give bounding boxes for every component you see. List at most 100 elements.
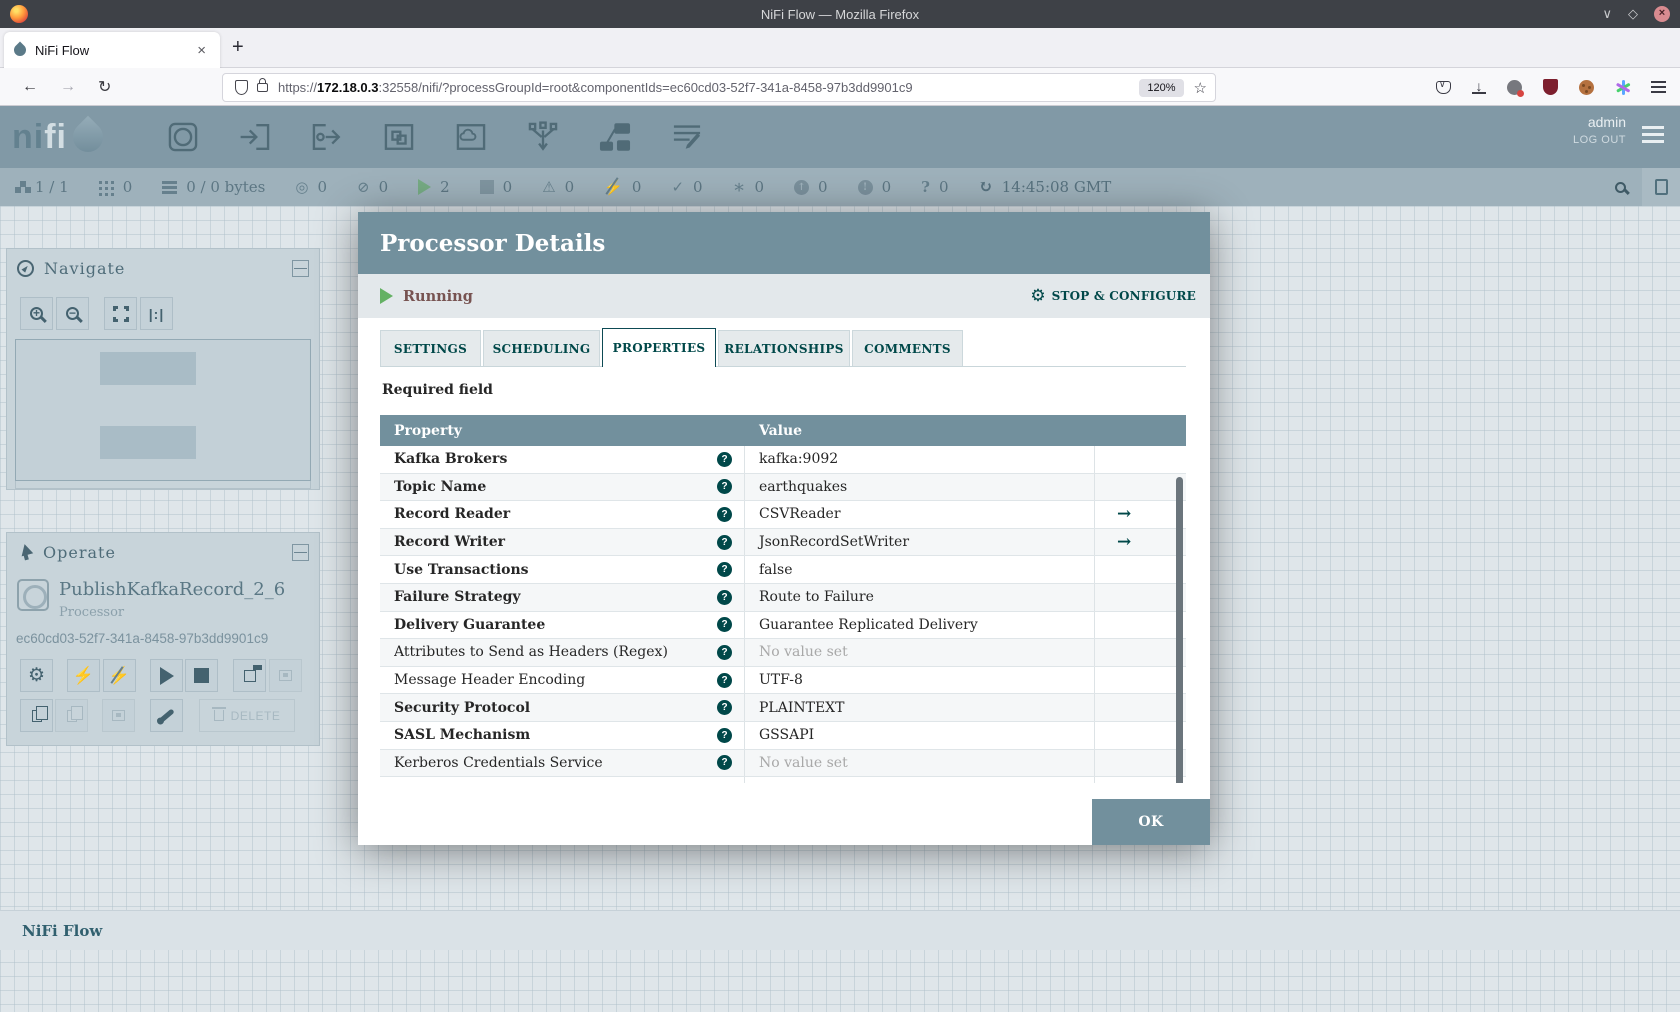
configuration-button[interactable]: ⚙ xyxy=(20,659,53,692)
table-row[interactable]: Topic Name? earthquakes xyxy=(380,473,1186,502)
help-icon[interactable]: ? xyxy=(717,700,732,716)
stop-button[interactable] xyxy=(185,659,218,692)
help-icon[interactable]: ? xyxy=(717,451,732,467)
refresh-icon[interactable]: ↻ xyxy=(978,177,992,197)
group-icon xyxy=(279,670,292,681)
zoom-out-button[interactable]: − xyxy=(56,297,89,330)
global-menu-icon[interactable] xyxy=(1642,126,1664,129)
save-template-button[interactable] xyxy=(233,659,266,692)
funnel-icon[interactable] xyxy=(524,120,562,154)
table-row[interactable]: Kerberos Credentials Service? No value s… xyxy=(380,749,1186,778)
stopped-icon xyxy=(479,180,494,194)
help-icon[interactable]: ? xyxy=(717,755,732,771)
table-row[interactable]: Attributes to Send as Headers (Regex)? N… xyxy=(380,639,1186,667)
table-row[interactable]: Message Header Encoding? UTF-8 xyxy=(380,666,1186,695)
navigate-collapse-button[interactable]: — xyxy=(292,259,309,277)
extension-icon[interactable] xyxy=(1615,79,1631,95)
breadcrumb[interactable]: NiFi Flow xyxy=(22,922,102,940)
adblock-icon[interactable] xyxy=(1543,79,1558,95)
template-icon[interactable] xyxy=(596,120,634,154)
help-icon[interactable]: ? xyxy=(717,589,732,605)
url-bar[interactable]: https://172.18.0.3:32558/nifi/?processGr… xyxy=(222,73,1216,102)
zoom-fit-button[interactable] xyxy=(104,297,137,330)
paste-button[interactable] xyxy=(55,699,88,732)
operate-collapse-button[interactable]: — xyxy=(292,543,309,561)
table-row[interactable]: Use Transactions? false xyxy=(380,556,1186,584)
reload-icon[interactable]: ↻ xyxy=(98,77,111,97)
help-icon[interactable]: ? xyxy=(717,727,732,743)
zoom-in-button[interactable]: + xyxy=(20,297,53,330)
help-icon[interactable]: ? xyxy=(717,506,732,522)
help-icon[interactable]: ? xyxy=(717,534,732,550)
table-row[interactable]: Security Protocol? PLAINTEXT xyxy=(380,694,1186,722)
tab-properties[interactable]: PROPERTIES xyxy=(602,328,716,367)
download-icon[interactable]: ↓ xyxy=(1472,79,1486,94)
help-icon[interactable]: ? xyxy=(717,672,732,688)
go-to-service-icon[interactable]: → xyxy=(1117,533,1131,551)
table-row[interactable]: SASL Mechanism? GSSAPI xyxy=(380,721,1186,750)
tab-comments[interactable]: COMMENTS xyxy=(852,330,963,367)
logout-link[interactable]: LOG OUT xyxy=(1573,134,1626,146)
lock-icon[interactable] xyxy=(257,78,268,92)
menu-icon[interactable] xyxy=(1651,86,1666,88)
delete-button[interactable]: DELETE xyxy=(199,699,295,732)
search-icon[interactable] xyxy=(1615,181,1626,193)
bookmark-star-icon[interactable]: ☆ xyxy=(1194,79,1207,97)
birdseye-minimap[interactable] xyxy=(15,339,311,481)
stop-and-configure-button[interactable]: ⚙ STOP & CONFIGURE xyxy=(1030,274,1196,318)
help-icon[interactable]: ? xyxy=(717,479,732,495)
tracking-shield-icon[interactable] xyxy=(235,80,248,95)
page-zoom-badge[interactable]: 120% xyxy=(1139,78,1184,97)
group-button[interactable] xyxy=(269,659,302,692)
table-row[interactable]: Record Reader? CSVReader → xyxy=(380,501,1186,529)
new-tab-button[interactable]: + xyxy=(232,36,244,59)
disable-button[interactable]: ⚡ xyxy=(103,659,136,692)
help-icon[interactable]: ? xyxy=(717,562,732,578)
browser-tab[interactable]: NiFi Flow × xyxy=(4,32,220,68)
play-icon xyxy=(159,666,174,685)
help-icon[interactable]: ? xyxy=(717,644,732,660)
processor-component-icon[interactable] xyxy=(164,120,202,154)
copy-button[interactable] xyxy=(20,699,53,732)
input-port-icon[interactable] xyxy=(236,120,274,154)
property-column-header: Property xyxy=(394,422,462,439)
table-row[interactable]: Delivery Guarantee? Guarantee Replicated… xyxy=(380,611,1186,640)
actual-size-button[interactable]: |:| xyxy=(140,297,173,330)
cluster-status: 1 / 1 xyxy=(20,178,69,196)
go-to-service-icon[interactable]: → xyxy=(1117,505,1131,523)
account-icon[interactable] xyxy=(1507,79,1524,97)
chevron-down-icon[interactable]: ∨ xyxy=(1602,6,1612,22)
help-icon[interactable]: ? xyxy=(717,617,732,633)
cookie-icon[interactable] xyxy=(1579,79,1594,95)
window-close-button[interactable]: × xyxy=(1654,6,1670,22)
stale-icon: ↑ xyxy=(794,179,810,195)
start-button[interactable] xyxy=(150,659,183,692)
create-group-button[interactable] xyxy=(102,699,135,732)
enable-button[interactable]: ⚡ xyxy=(67,659,100,692)
pocket-icon[interactable] xyxy=(1436,79,1451,94)
table-row[interactable]: Record Writer? JsonRecordSetWriter → xyxy=(380,528,1186,557)
process-group-icon[interactable] xyxy=(380,120,418,154)
tab-settings[interactable]: SETTINGS xyxy=(380,330,481,367)
tab-close-icon[interactable]: × xyxy=(193,42,210,59)
stopped-status: 0 xyxy=(479,178,512,196)
url-text[interactable]: https://172.18.0.3:32558/nifi/?processGr… xyxy=(278,80,1139,95)
operate-panel: Operate — PublishKafkaRecord_2_6 Process… xyxy=(6,532,320,746)
tab-relationships[interactable]: RELATIONSHIPS xyxy=(718,330,850,367)
label-icon[interactable] xyxy=(668,120,706,154)
table-row[interactable]: Kafka Brokers? kafka:9092 xyxy=(380,446,1186,474)
browser-tabbar: NiFi Flow × + xyxy=(0,28,1680,68)
back-icon[interactable]: ← xyxy=(22,78,38,96)
not-transmitting-status: ⊘ 0 xyxy=(357,178,389,196)
maximize-icon[interactable]: ◇ xyxy=(1628,6,1638,22)
forward-icon[interactable]: → xyxy=(60,78,76,96)
panel-toggle-button[interactable] xyxy=(1642,168,1680,206)
tab-scheduling[interactable]: SCHEDULING xyxy=(483,330,600,367)
remote-process-group-icon[interactable] xyxy=(452,120,490,154)
table-scrollbar[interactable] xyxy=(1176,477,1183,783)
change-color-button[interactable] xyxy=(150,699,183,732)
template-icon xyxy=(243,664,262,682)
output-port-icon[interactable] xyxy=(308,120,346,154)
table-row[interactable]: Failure Strategy? Route to Failure xyxy=(380,583,1186,612)
ok-button[interactable]: OK xyxy=(1092,799,1210,845)
